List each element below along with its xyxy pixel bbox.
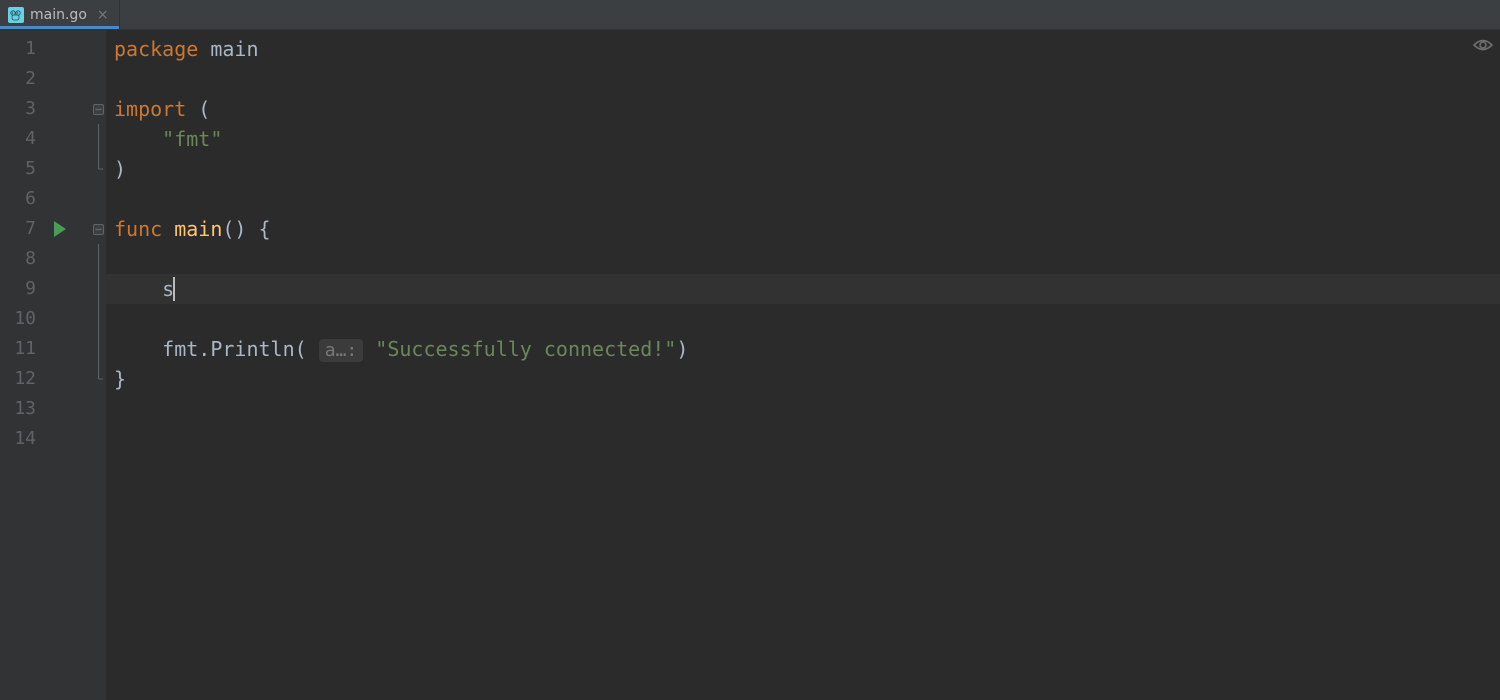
code-line[interactable]: "fmt": [106, 124, 1500, 154]
fold-line: [90, 244, 106, 274]
code-line[interactable]: [106, 184, 1500, 214]
code-line-current[interactable]: s: [106, 274, 1500, 304]
parens: (): [222, 217, 246, 241]
paren-open: (: [295, 337, 307, 361]
brace-close: }: [114, 367, 126, 391]
fold-line: [90, 334, 106, 364]
fold-column: [90, 30, 106, 700]
line-number[interactable]: 9: [0, 274, 90, 304]
string-fmt: "fmt": [162, 127, 222, 151]
fold-gap: [90, 64, 106, 94]
indent: [114, 337, 162, 361]
line-number[interactable]: 13: [0, 394, 90, 424]
identifier-main: main: [210, 37, 258, 61]
code-line[interactable]: }: [106, 364, 1500, 394]
run-gutter-icon[interactable]: [54, 221, 66, 237]
fold-gap: [90, 424, 106, 454]
line-number[interactable]: 7: [0, 214, 90, 244]
line-number[interactable]: 2: [0, 64, 90, 94]
code-line[interactable]: [106, 244, 1500, 274]
fold-open-icon[interactable]: [90, 94, 106, 124]
tab-main-go[interactable]: main.go ×: [0, 0, 120, 29]
fold-open-icon[interactable]: [90, 214, 106, 244]
tab-label: main.go: [30, 7, 87, 23]
fold-gap: [90, 184, 106, 214]
keyword-import: import: [114, 97, 186, 121]
line-number[interactable]: 12: [0, 364, 90, 394]
line-number[interactable]: 3: [0, 94, 90, 124]
line-number[interactable]: 4: [0, 124, 90, 154]
go-file-icon: [8, 7, 24, 23]
fold-line: [90, 274, 106, 304]
gutter[interactable]: 1 2 3 4 5 6 7 8 9 10 11 12 13 14: [0, 30, 90, 700]
code-line[interactable]: [106, 424, 1500, 454]
code-line[interactable]: import (: [106, 94, 1500, 124]
fold-close-icon[interactable]: [90, 154, 106, 184]
line-number[interactable]: 8: [0, 244, 90, 274]
line-number-text: 7: [25, 218, 36, 239]
keyword-func: func: [114, 217, 162, 241]
code-line[interactable]: func main() {: [106, 214, 1500, 244]
editor: 1 2 3 4 5 6 7 8 9 10 11 12 13 14: [0, 30, 1500, 700]
paren-close: ): [676, 337, 688, 361]
brace-open: {: [259, 217, 271, 241]
code-line[interactable]: package main: [106, 34, 1500, 64]
fold-gap: [90, 394, 106, 424]
line-number[interactable]: 1: [0, 34, 90, 64]
code-line[interactable]: [106, 304, 1500, 334]
func-main: main: [174, 217, 222, 241]
close-icon[interactable]: ×: [97, 8, 109, 22]
line-number[interactable]: 10: [0, 304, 90, 334]
code-line[interactable]: [106, 64, 1500, 94]
code-area[interactable]: package main import ( "fmt" ) func main(…: [106, 30, 1500, 700]
string-arg: "Successfully connected!": [375, 337, 676, 361]
indent: [114, 127, 162, 151]
fold-line: [90, 124, 106, 154]
dot: .: [198, 337, 210, 361]
line-number[interactable]: 14: [0, 424, 90, 454]
code-line[interactable]: ): [106, 154, 1500, 184]
code-line[interactable]: fmt.Println( a…: "Successfully connected…: [106, 334, 1500, 364]
line-number[interactable]: 11: [0, 334, 90, 364]
line-number[interactable]: 6: [0, 184, 90, 214]
indent: [114, 277, 162, 301]
fold-close-icon[interactable]: [90, 364, 106, 394]
ident-println: Println: [210, 337, 294, 361]
line-number[interactable]: 5: [0, 154, 90, 184]
caret-icon: [173, 277, 175, 301]
code-line[interactable]: [106, 394, 1500, 424]
fold-line: [90, 304, 106, 334]
param-hint: a…:: [319, 339, 364, 362]
paren-open: (: [198, 97, 210, 121]
fold-gap: [90, 34, 106, 64]
keyword-package: package: [114, 37, 198, 61]
paren-close: ): [114, 157, 126, 181]
ident-fmt: fmt: [162, 337, 198, 361]
space: [363, 337, 375, 361]
tab-bar: main.go ×: [0, 0, 1500, 30]
